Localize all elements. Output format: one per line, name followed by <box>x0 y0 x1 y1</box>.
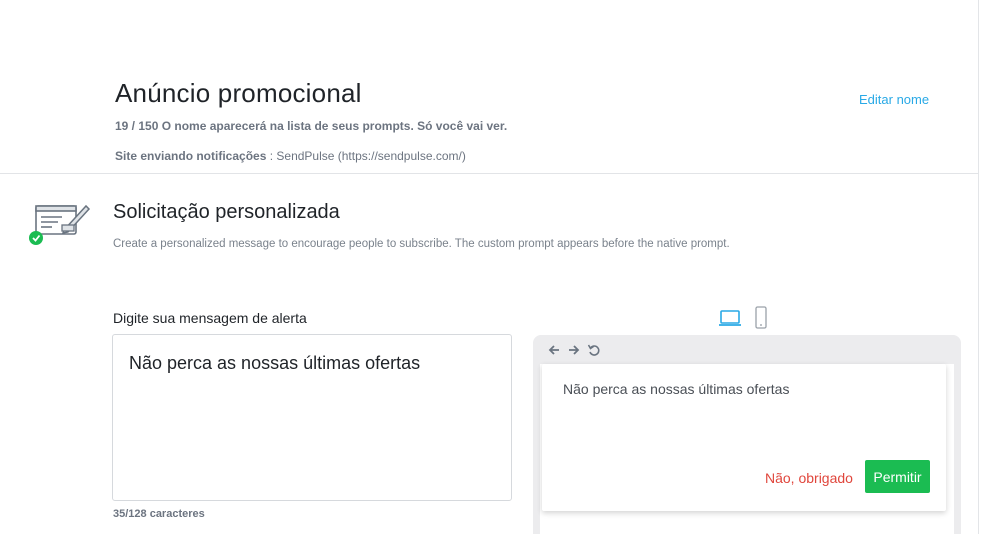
section-description: Create a personalized message to encoura… <box>113 238 730 250</box>
desktop-icon[interactable] <box>718 308 742 328</box>
site-value: : SendPulse (https://sendpulse.com/) <box>269 149 466 163</box>
site-info: Site enviando notificações : SendPulse (… <box>115 149 466 163</box>
message-input[interactable]: Não perca as nossas últimas ofertas <box>112 334 512 501</box>
browser-nav <box>547 342 601 358</box>
mobile-icon[interactable] <box>754 306 768 330</box>
divider <box>0 173 979 174</box>
back-arrow-icon <box>547 342 561 358</box>
char-count: 35/128 caracteres <box>113 508 205 520</box>
prompt-text: Não perca as nossas últimas ofertas <box>563 381 790 397</box>
reload-icon <box>587 342 601 358</box>
page-title: Anúncio promocional <box>115 78 362 108</box>
forward-arrow-icon <box>567 342 581 358</box>
edit-name-link[interactable]: Editar nome <box>859 92 929 107</box>
deny-button[interactable]: Não, obrigado <box>765 470 853 486</box>
custom-prompt-icon <box>28 200 92 248</box>
section-title: Solicitação personalizada <box>113 201 340 223</box>
message-label: Digite sua mensagem de alerta <box>113 310 307 326</box>
site-label: Site enviando notificações <box>115 149 267 163</box>
allow-button[interactable]: Permitir <box>865 460 930 493</box>
name-hint: 19 / 150 O nome aparecerá na lista de se… <box>115 119 508 133</box>
